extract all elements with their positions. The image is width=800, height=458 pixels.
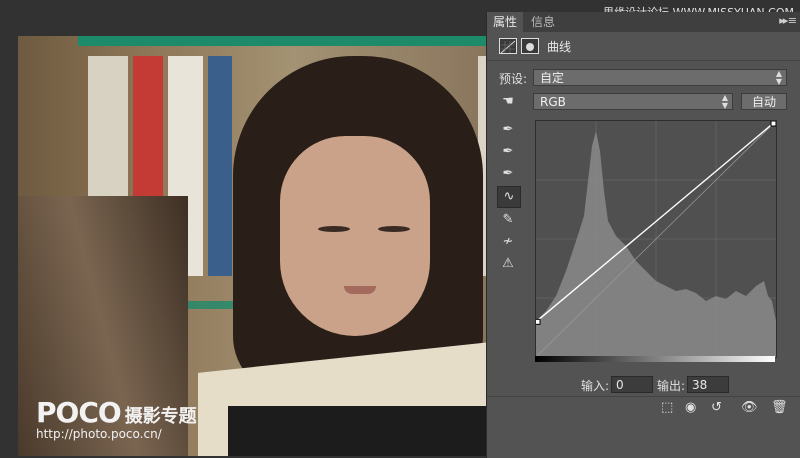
curve-point-white [770, 120, 777, 127]
panel-bottombar: ⬚ ◉ ↺ 👁 🗑 [487, 396, 800, 419]
curve-point-black [534, 318, 541, 325]
target-adjust-icon[interactable]: ☚ [497, 92, 519, 112]
panel-menu-icon[interactable]: ▸▸ ≡ [779, 14, 797, 27]
panel-tabbar: 属性 信息 ▸▸ ≡ [487, 12, 800, 32]
black-point-eyedropper-icon[interactable]: ✒ [497, 120, 519, 140]
properties-panel: 属性 信息 ▸▸ ≡ 曲线 预设: 自定 ▲ ▼ ☚ RGB ▲ ▼ 自动 ✒ ✒ … [486, 12, 800, 458]
gray-point-eyedropper-icon[interactable]: ✒ [497, 142, 519, 162]
face-shape [280, 136, 430, 336]
channel-select[interactable]: RGB ▲ ▼ [533, 93, 733, 110]
poco-watermark: POCO 摄影专题 http://photo.poco.cn/ [36, 396, 197, 441]
delete-icon[interactable]: 🗑 [771, 400, 788, 415]
visibility-icon[interactable]: 👁 [741, 400, 758, 415]
preset-select[interactable]: 自定 ▲ ▼ [533, 69, 787, 86]
clip-to-layer-icon[interactable]: ⬚ [661, 400, 673, 415]
view-previous-icon[interactable]: ◉ [685, 400, 696, 415]
tab-properties[interactable]: 属性 [487, 12, 524, 32]
shelf-graphic [78, 36, 528, 46]
white-point-eyedropper-icon[interactable]: ✒ [497, 164, 519, 184]
book-spine [208, 56, 232, 276]
watermark-logo: POCO [36, 396, 122, 429]
output-field[interactable]: 38 [687, 376, 729, 393]
select-arrows-icon: ▲ ▼ [721, 93, 728, 110]
channel-value: RGB [540, 95, 566, 109]
curves-svg [534, 120, 777, 358]
curves-graph[interactable] [534, 120, 777, 358]
output-label: 输出: [657, 379, 686, 393]
preset-label: 预设: [499, 72, 528, 86]
watermark-name: 摄影专题 [124, 406, 197, 427]
curve-edit-icon[interactable]: ∿ [497, 186, 521, 208]
mouth-shape [344, 286, 376, 294]
watermark-url: http://photo.poco.cn/ [36, 427, 162, 441]
curves-adjustment-icon[interactable] [499, 38, 517, 54]
reset-icon[interactable]: ↺ [711, 400, 722, 415]
mask-icon[interactable] [521, 38, 539, 54]
eye-shape [318, 226, 350, 232]
select-arrows-icon: ▲ ▼ [775, 69, 782, 86]
adjustment-title: 曲线 [547, 40, 572, 54]
clipping-warning-icon[interactable]: ⚠ [497, 254, 519, 274]
input-gradient-bar [535, 356, 775, 362]
preset-value: 自定 [540, 71, 565, 85]
book-cover [228, 406, 518, 456]
input-field[interactable]: 0 [611, 376, 653, 393]
auto-button[interactable]: 自动 [741, 93, 787, 110]
pencil-draw-icon[interactable]: ✎ [497, 210, 519, 230]
tab-info[interactable]: 信息 [525, 12, 561, 32]
input-label: 输入: [581, 379, 610, 393]
eye-shape [378, 226, 410, 232]
smooth-icon[interactable]: ≁ [497, 232, 519, 252]
adjustment-header: 曲线 [487, 34, 800, 61]
